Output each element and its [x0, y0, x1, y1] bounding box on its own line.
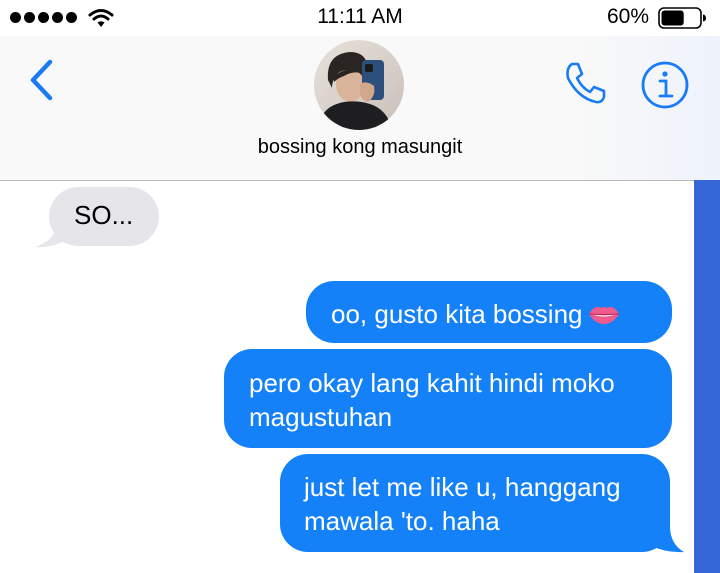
- scrollbar[interactable]: [694, 180, 720, 573]
- message-text: SO...: [74, 200, 134, 230]
- lips-icon: [588, 306, 619, 325]
- message-bubble-sent[interactable]: pero okay lang kahit hindi moko magustuh…: [224, 349, 672, 448]
- message-text: oo, gusto kita bossing: [331, 299, 583, 329]
- chevron-left-icon[interactable]: [24, 56, 58, 104]
- avatar[interactable]: [314, 40, 404, 130]
- conversation-header: bossing kong masungit: [0, 36, 720, 181]
- message-bubble-received[interactable]: SO...: [49, 187, 159, 246]
- message-bubble-sent[interactable]: just let me like u, hanggang mawala 'to.…: [280, 454, 670, 552]
- info-icon[interactable]: [640, 60, 690, 110]
- status-bar: 11:11 AM 60%: [0, 0, 720, 36]
- message-bubble-sent[interactable]: oo, gusto kita bossing: [306, 281, 672, 343]
- battery-percent: 60%: [606, 5, 649, 28]
- contact-photo: [314, 40, 404, 130]
- contact-name[interactable]: bossing kong masungit: [0, 136, 720, 159]
- phone-icon[interactable]: [562, 60, 608, 106]
- message-text: pero okay lang kahit hindi moko magustuh…: [249, 368, 615, 432]
- battery-icon: [658, 7, 706, 29]
- message-text: just let me like u, hanggang mawala 'to.…: [304, 472, 621, 536]
